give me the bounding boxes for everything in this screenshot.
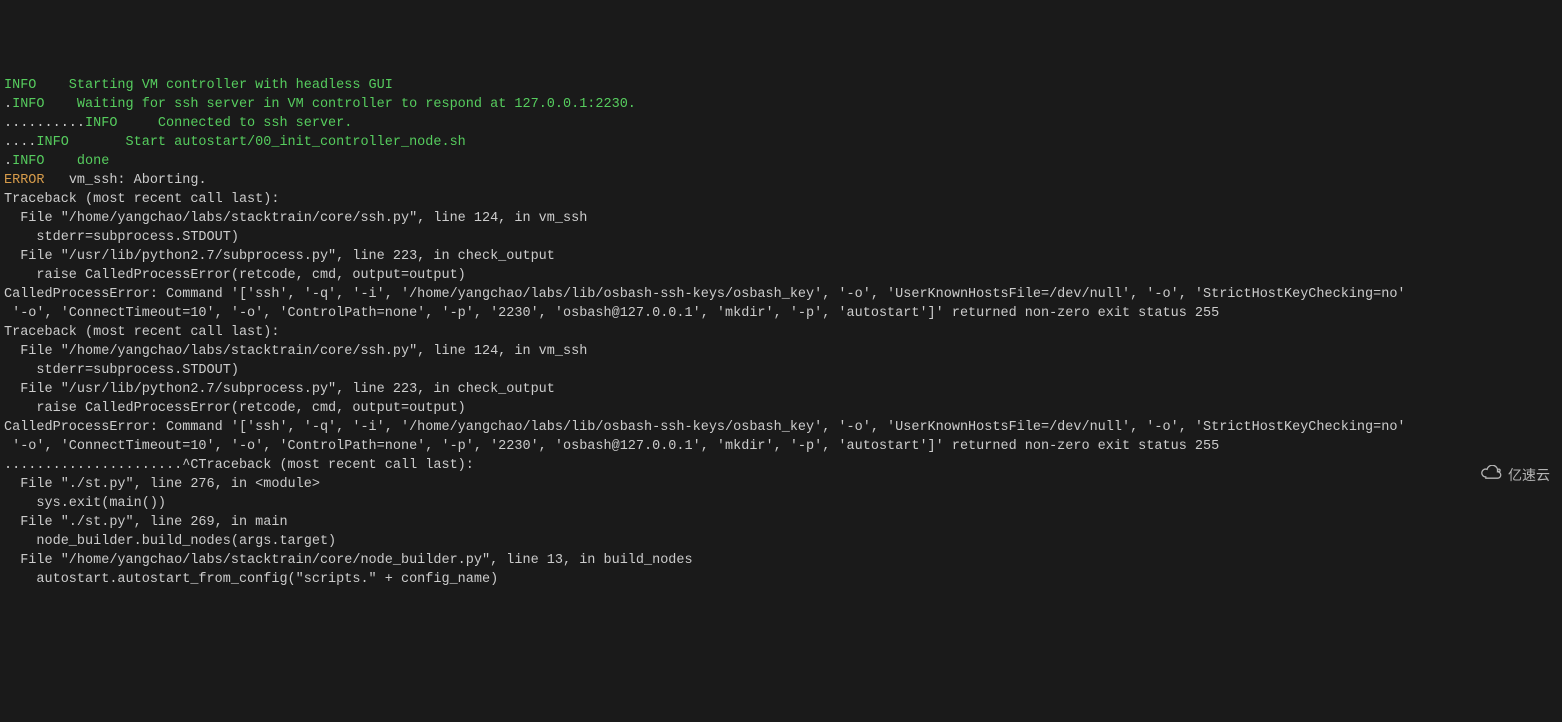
- terminal-segment: Traceback (most recent call last):: [4, 325, 279, 340]
- terminal-segment: INFO: [12, 154, 44, 169]
- terminal-segment: File "./st.py", line 269, in main: [4, 515, 288, 530]
- terminal-segment: stderr=subprocess.STDOUT): [4, 230, 239, 245]
- terminal-segment: raise CalledProcessError(retcode, cmd, o…: [4, 268, 466, 283]
- terminal-line: File "/home/yangchao/labs/stacktrain/cor…: [4, 342, 1558, 361]
- terminal-segment: Traceback (most recent call last):: [4, 192, 279, 207]
- terminal-segment: CalledProcessError: Command '['ssh', '-q…: [4, 420, 1406, 435]
- cloud-icon: [1462, 446, 1504, 505]
- terminal-line: CalledProcessError: Command '['ssh', '-q…: [4, 285, 1558, 304]
- terminal-line: ..........INFO Connected to ssh server.: [4, 114, 1558, 133]
- terminal-line: File "/usr/lib/python2.7/subprocess.py",…: [4, 380, 1558, 399]
- watermark-text: 亿速云: [1508, 466, 1550, 485]
- terminal-segment: ERROR: [4, 173, 45, 188]
- terminal-segment: Connected to ssh server.: [117, 116, 352, 131]
- terminal-segment: INFO: [36, 135, 68, 150]
- terminal-segment: ..........: [4, 116, 85, 131]
- terminal-segment: Starting VM controller with headless GUI: [36, 78, 392, 93]
- terminal-segment: node_builder.build_nodes(args.target): [4, 534, 336, 549]
- terminal-segment: Start autostart/00_init_controller_node.…: [69, 135, 466, 150]
- terminal-output: INFO Starting VM controller with headles…: [4, 76, 1558, 589]
- terminal-line: '-o', 'ConnectTimeout=10', '-o', 'Contro…: [4, 304, 1558, 323]
- terminal-line: ......................^CTraceback (most …: [4, 456, 1558, 475]
- terminal-segment: .: [4, 154, 12, 169]
- terminal-line: Traceback (most recent call last):: [4, 190, 1558, 209]
- terminal-segment: File "/home/yangchao/labs/stacktrain/cor…: [4, 344, 587, 359]
- terminal-segment: ....: [4, 135, 36, 150]
- terminal-line: File "./st.py", line 276, in <module>: [4, 475, 1558, 494]
- terminal-segment: Waiting for ssh server in VM controller …: [45, 97, 636, 112]
- terminal-line: .INFO Waiting for ssh server in VM contr…: [4, 95, 1558, 114]
- terminal-segment: vm_ssh: Aborting.: [45, 173, 207, 188]
- terminal-segment: File "/usr/lib/python2.7/subprocess.py",…: [4, 382, 555, 397]
- terminal-line: raise CalledProcessError(retcode, cmd, o…: [4, 399, 1558, 418]
- terminal-line: File "/usr/lib/python2.7/subprocess.py",…: [4, 247, 1558, 266]
- terminal-segment: .: [4, 97, 12, 112]
- terminal-segment: File "./st.py", line 276, in <module>: [4, 477, 320, 492]
- terminal-segment: ......................^CTraceback (most …: [4, 458, 474, 473]
- watermark: 亿速云: [1462, 446, 1550, 505]
- terminal-segment: sys.exit(main()): [4, 496, 166, 511]
- terminal-segment: autostart.autostart_from_config("scripts…: [4, 572, 498, 587]
- terminal-line: File "./st.py", line 269, in main: [4, 513, 1558, 532]
- terminal-segment: '-o', 'ConnectTimeout=10', '-o', 'Contro…: [4, 306, 1219, 321]
- terminal-line: stderr=subprocess.STDOUT): [4, 361, 1558, 380]
- terminal-segment: '-o', 'ConnectTimeout=10', '-o', 'Contro…: [4, 439, 1219, 454]
- terminal-segment: INFO: [12, 97, 44, 112]
- terminal-line: ....INFO Start autostart/00_init_control…: [4, 133, 1558, 152]
- terminal-line: node_builder.build_nodes(args.target): [4, 532, 1558, 551]
- terminal-line: File "/home/yangchao/labs/stacktrain/cor…: [4, 209, 1558, 228]
- terminal-line: File "/home/yangchao/labs/stacktrain/cor…: [4, 551, 1558, 570]
- terminal-line: INFO Starting VM controller with headles…: [4, 76, 1558, 95]
- terminal-line: raise CalledProcessError(retcode, cmd, o…: [4, 266, 1558, 285]
- terminal-line: sys.exit(main()): [4, 494, 1558, 513]
- terminal-line: ERROR vm_ssh: Aborting.: [4, 171, 1558, 190]
- terminal-segment: raise CalledProcessError(retcode, cmd, o…: [4, 401, 466, 416]
- terminal-line: .INFO done: [4, 152, 1558, 171]
- terminal-segment: INFO: [4, 78, 36, 93]
- terminal-line: CalledProcessError: Command '['ssh', '-q…: [4, 418, 1558, 437]
- terminal-segment: stderr=subprocess.STDOUT): [4, 363, 239, 378]
- terminal-line: '-o', 'ConnectTimeout=10', '-o', 'Contro…: [4, 437, 1558, 456]
- terminal-line: autostart.autostart_from_config("scripts…: [4, 570, 1558, 589]
- terminal-segment: INFO: [85, 116, 117, 131]
- terminal-line: Traceback (most recent call last):: [4, 323, 1558, 342]
- terminal-segment: CalledProcessError: Command '['ssh', '-q…: [4, 287, 1406, 302]
- terminal-line: stderr=subprocess.STDOUT): [4, 228, 1558, 247]
- terminal-segment: File "/home/yangchao/labs/stacktrain/cor…: [4, 553, 693, 568]
- terminal-segment: done: [45, 154, 110, 169]
- terminal-segment: File "/home/yangchao/labs/stacktrain/cor…: [4, 211, 587, 226]
- terminal-segment: File "/usr/lib/python2.7/subprocess.py",…: [4, 249, 555, 264]
